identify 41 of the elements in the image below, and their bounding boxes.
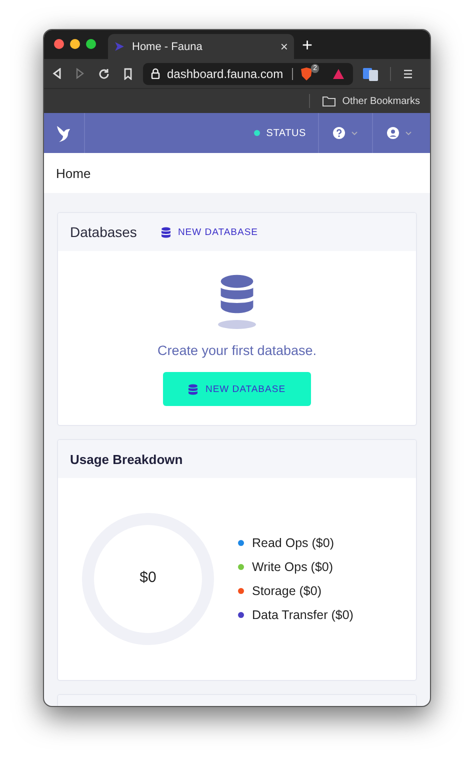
caret-icon (405, 130, 412, 136)
empty-state-text: Create your first database. (157, 343, 317, 358)
translate-extension-icon[interactable] (363, 66, 378, 80)
url-text: dashboard.fauna.com (167, 66, 284, 80)
database-icon (160, 226, 171, 238)
bookmark-icon[interactable] (123, 68, 133, 80)
legend-label: Storage ($0) (252, 584, 322, 598)
bird-logo-icon[interactable] (56, 124, 72, 142)
triangle-extension-icon[interactable] (332, 68, 345, 80)
database-icon (188, 384, 198, 394)
legend-label: Data Transfer ($0) (252, 608, 354, 622)
shadow-ellipse-icon (218, 320, 256, 329)
status-link[interactable]: STATUS (266, 128, 306, 138)
card-title: Usage Breakdown (70, 452, 183, 466)
new-database-link[interactable]: NEW DATABASE (160, 226, 258, 238)
lock-icon (151, 68, 160, 79)
tab-favicon-icon (114, 41, 125, 52)
caret-icon (351, 130, 358, 136)
forward-icon[interactable] (75, 68, 85, 79)
status-dot-icon (254, 130, 260, 136)
total-amount: $0 (138, 569, 158, 586)
zoom-window-button[interactable] (86, 39, 96, 49)
tab-title: Home - Fauna (132, 40, 204, 52)
browser-tab[interactable]: Home - Fauna × (108, 34, 294, 59)
close-window-button[interactable] (54, 39, 64, 49)
breadcrumb[interactable]: Home (56, 166, 91, 180)
new-database-button[interactable]: NEW DATABASE (163, 372, 311, 406)
minimize-window-button[interactable] (70, 39, 80, 49)
new-tab-button[interactable]: + (302, 35, 313, 56)
back-icon[interactable] (52, 68, 62, 79)
card-title: Databases (70, 224, 137, 240)
folder-icon (322, 96, 336, 106)
user-icon (387, 127, 399, 139)
bookmark-folder[interactable]: Other Bookmarks (322, 96, 420, 106)
menu-icon[interactable] (403, 68, 413, 78)
legend-label: Write Ops ($0) (252, 560, 334, 574)
reload-icon[interactable] (98, 68, 110, 80)
legend-label: Read Ops ($0) (252, 536, 334, 550)
database-illustration-icon (219, 274, 255, 314)
close-tab-button[interactable]: × (280, 39, 288, 54)
help-icon (333, 127, 345, 139)
